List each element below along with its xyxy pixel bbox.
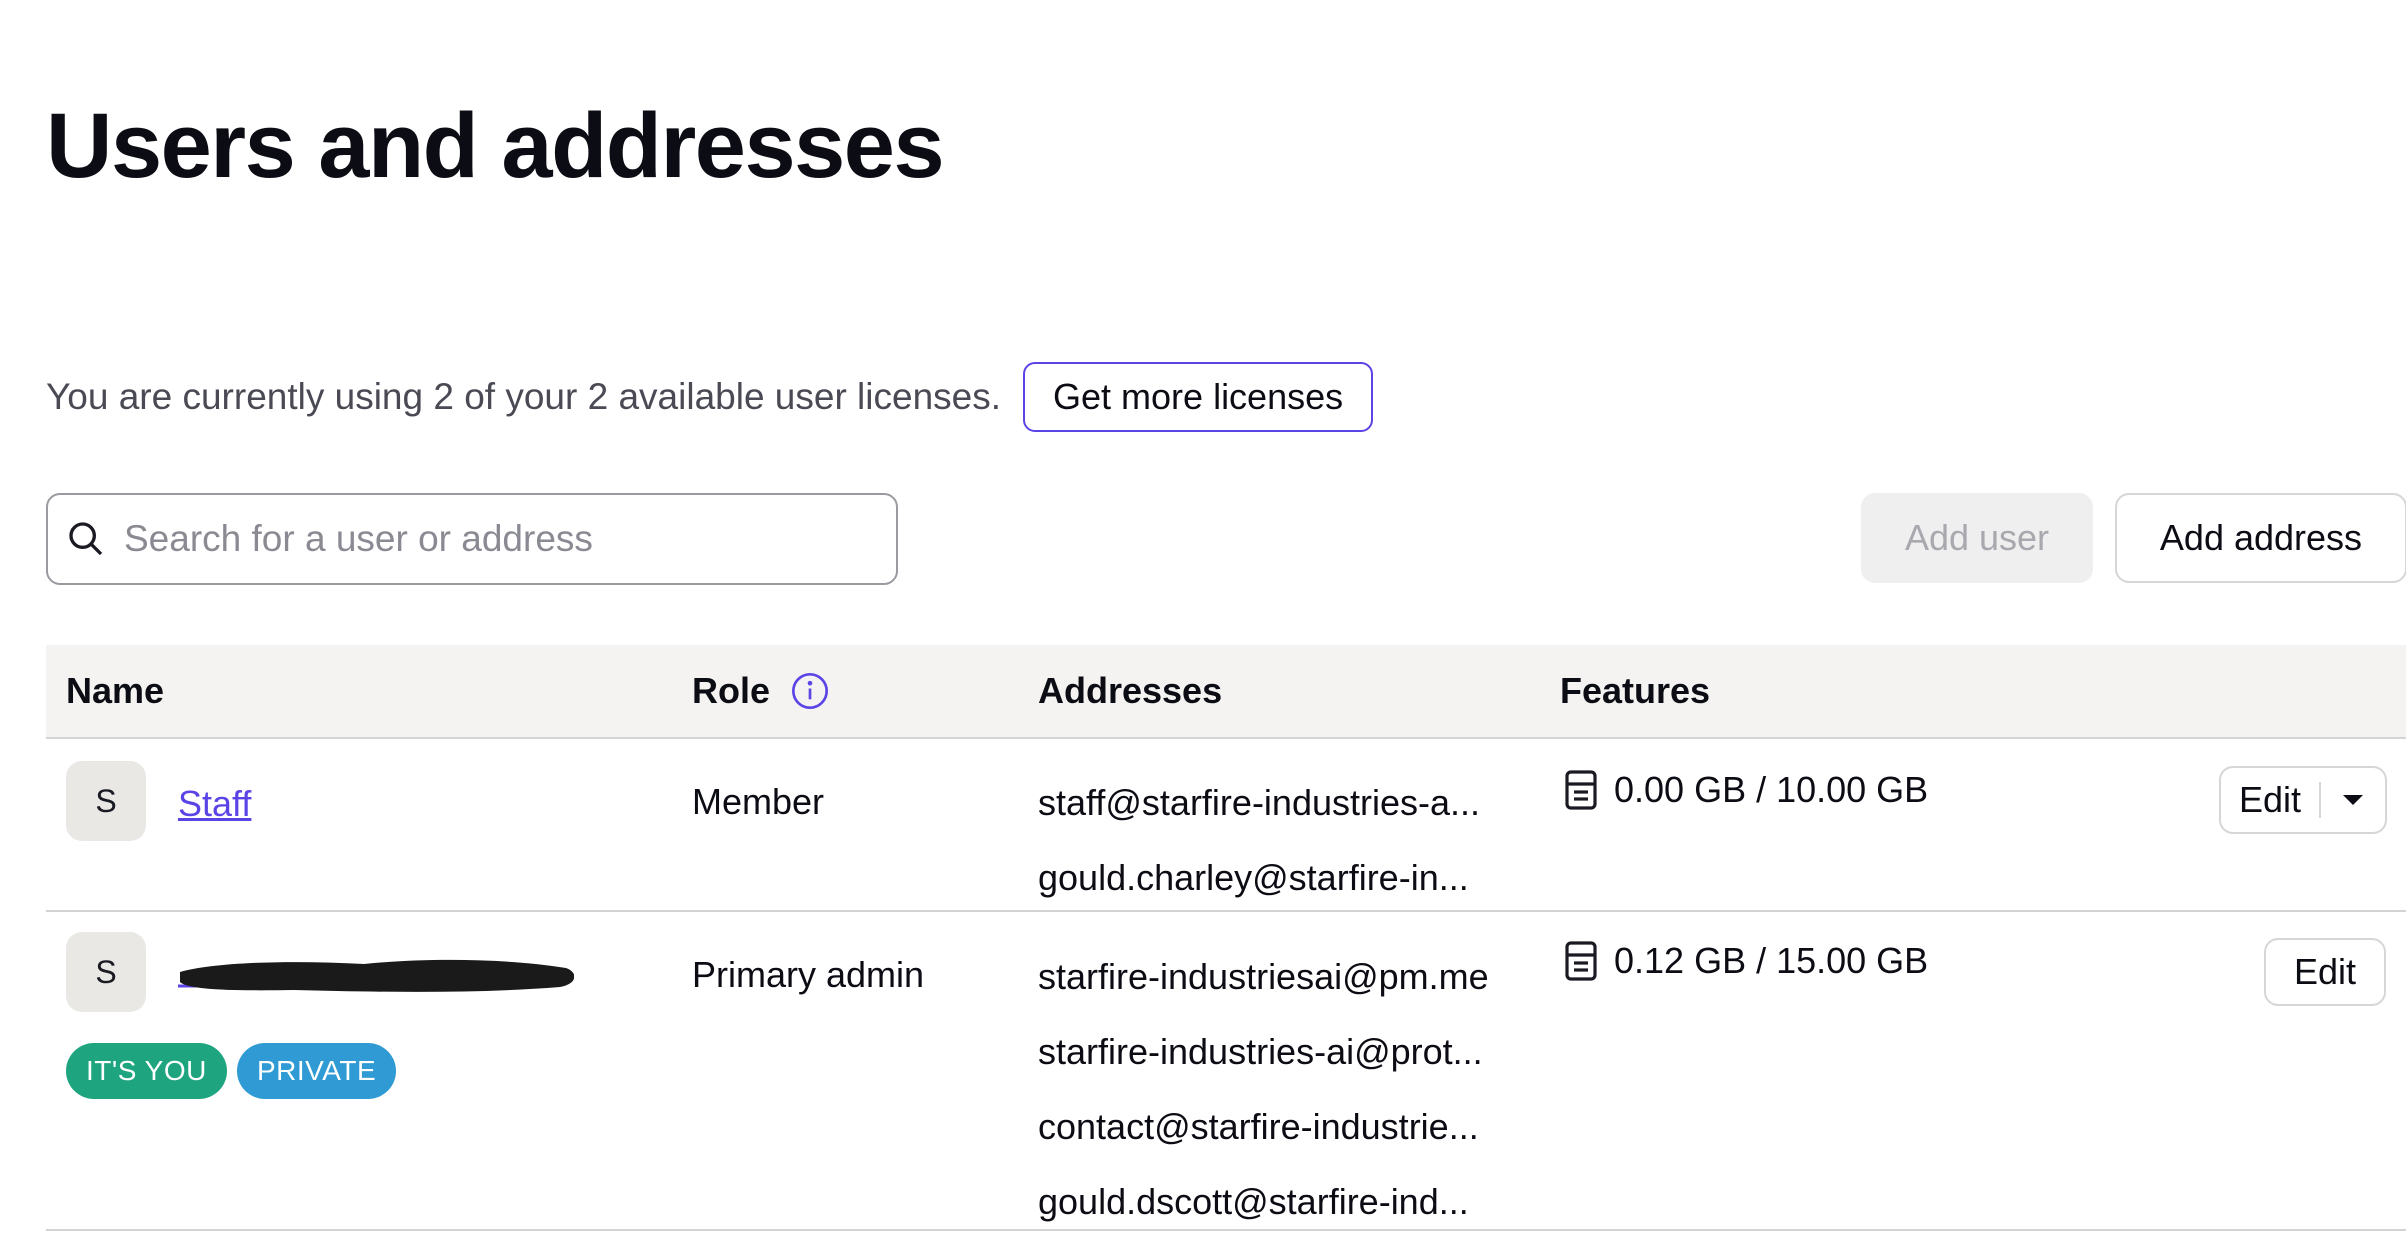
address-item: starfire-industriesai@pm.me <box>1038 956 1489 997</box>
storage-icon <box>1565 770 1597 810</box>
add-address-button[interactable]: Add address <box>2115 493 2406 583</box>
private-badge: PRIVATE <box>237 1043 397 1099</box>
storage-text: 0.12 GB / 15.00 GB <box>1614 940 1929 981</box>
storage-usage: 0.00 GB / 10.00 GB <box>1564 769 1928 811</box>
avatar: S <box>66 932 146 1012</box>
split-divider <box>2319 782 2322 818</box>
address-item: staff@starfire-industries-a... <box>1038 782 1481 823</box>
search-input[interactable] <box>122 517 896 561</box>
column-header-name[interactable]: Name <box>66 645 164 737</box>
info-icon[interactable] <box>790 671 830 711</box>
its-you-badge: IT'S YOU <box>66 1043 227 1099</box>
edit-button[interactable]: Edit <box>2266 951 2384 993</box>
table-header: Name Role Addresses Features <box>46 645 2406 739</box>
get-more-licenses-button[interactable]: Get more licenses <box>1023 362 1374 432</box>
address-item: contact@starfire-industrie... <box>1038 1106 1479 1147</box>
add-user-button[interactable]: Add user <box>1861 493 2093 583</box>
column-header-addresses: Addresses <box>1038 670 1223 711</box>
storage-text: 0.00 GB / 10.00 GB <box>1614 769 1929 810</box>
user-role: Member <box>692 781 825 822</box>
address-item: gould.dscott@starfire-ind... <box>1038 1181 1469 1222</box>
user-role: Primary admin <box>692 954 925 995</box>
license-usage-text: You are currently using 2 of your 2 avai… <box>46 376 1002 417</box>
column-header-features: Features <box>1560 670 1711 711</box>
edit-button-container: Edit <box>2264 938 2387 1006</box>
page-title: Users and addresses <box>46 95 945 197</box>
storage-usage: 0.12 GB / 15.00 GB <box>1564 940 1928 982</box>
search-box[interactable] <box>46 493 898 585</box>
license-info: You are currently using 2 of your 2 avai… <box>46 362 1374 432</box>
search-icon <box>69 522 103 556</box>
caret-down-icon[interactable] <box>2343 795 2364 805</box>
edit-split-button: Edit <box>2219 766 2388 834</box>
redacted-name[interactable] <box>174 954 574 994</box>
table-row: S Staff Member staff@starfire-industries… <box>46 739 2406 912</box>
user-name-link[interactable]: Staff <box>178 783 251 825</box>
address-item: gould.charley@starfire-in... <box>1038 857 1469 898</box>
address-item: starfire-industries-ai@prot... <box>1038 1031 1483 1072</box>
storage-icon <box>1565 941 1597 981</box>
column-header-role: Role <box>692 645 830 737</box>
edit-button[interactable]: Edit <box>2221 779 2319 821</box>
table-row: S IT'S YOU PRIVATE Primary admin starfir… <box>46 912 2406 1231</box>
avatar: S <box>66 761 146 841</box>
